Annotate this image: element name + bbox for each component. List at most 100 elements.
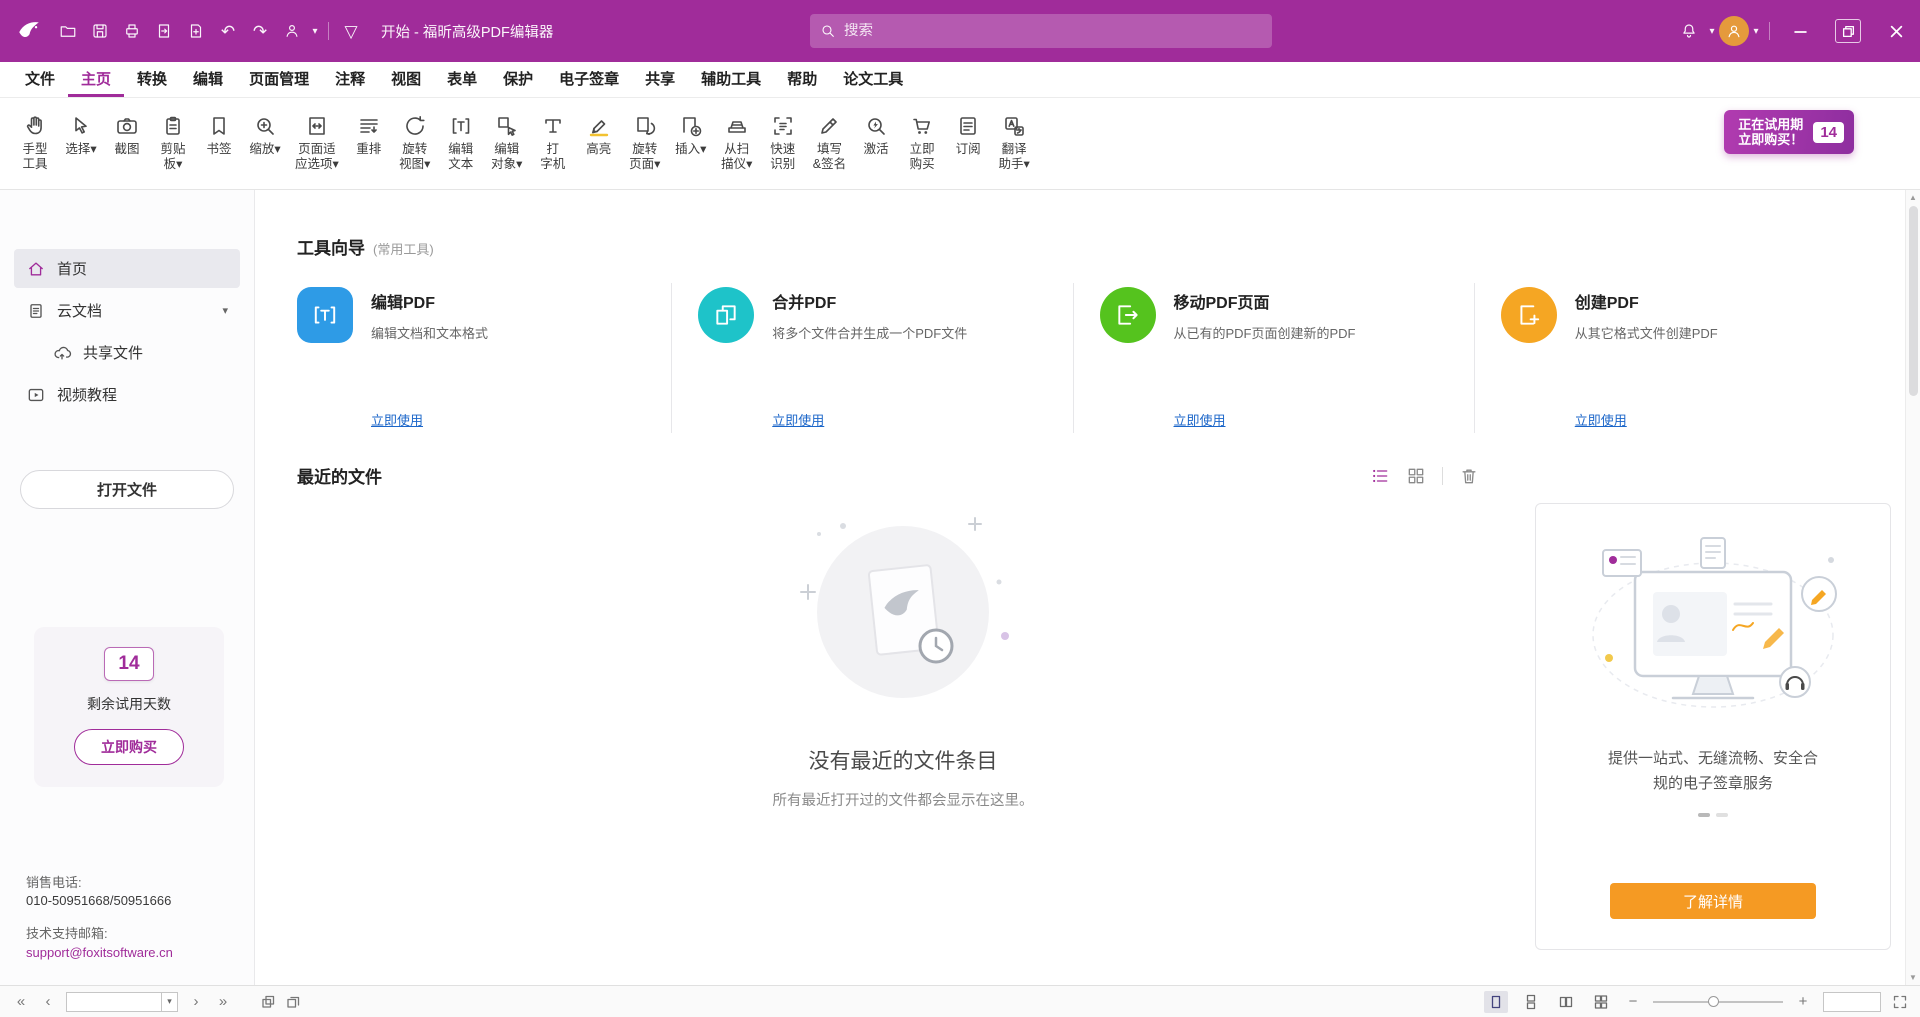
ribbon-insert[interactable]: 插入▾ xyxy=(668,106,714,161)
menu-share[interactable]: 共享 xyxy=(632,62,688,97)
ribbon-edit-object[interactable]: 编辑 对象▾ xyxy=(484,106,530,176)
open-file-button[interactable]: 打开文件 xyxy=(20,470,234,509)
zoom-out-button[interactable]: − xyxy=(1624,993,1642,1010)
ribbon-hand-tool[interactable]: 手型 工具 xyxy=(12,106,58,176)
ribbon-fill-sign[interactable]: 填写 &签名 xyxy=(806,106,853,176)
grid-view-icon[interactable] xyxy=(1406,466,1426,486)
sidebar-item-cloud-docs[interactable]: 云文档 ▾ xyxy=(14,291,240,330)
use-now-link[interactable]: 立即使用 xyxy=(1575,410,1718,429)
menu-edit[interactable]: 编辑 xyxy=(180,62,236,97)
menu-form[interactable]: 表单 xyxy=(434,62,490,97)
copy-pages-icon[interactable] xyxy=(285,994,301,1010)
ribbon-highlight[interactable]: 高亮 xyxy=(576,106,622,161)
ribbon-edit-text[interactable]: 编辑 文本 xyxy=(438,106,484,176)
menu-view[interactable]: 视图 xyxy=(378,62,434,97)
bell-caret-icon[interactable]: ▾ xyxy=(1705,15,1719,47)
chevron-down-icon[interactable]: ▾ xyxy=(222,304,228,317)
ribbon-from-scanner[interactable]: 从扫 描仪▾ xyxy=(714,106,760,176)
sidebar-item-home[interactable]: 首页 xyxy=(14,249,240,288)
save-icon[interactable] xyxy=(84,15,116,47)
carousel-dot[interactable] xyxy=(1716,813,1728,817)
print-icon[interactable] xyxy=(116,15,148,47)
ribbon-select[interactable]: 选择▾ xyxy=(58,106,104,161)
ribbon-typewriter[interactable]: 打 字机 xyxy=(530,106,576,176)
ribbon-subscribe[interactable]: 订阅 xyxy=(945,106,991,161)
zoom-value-box[interactable] xyxy=(1823,992,1881,1012)
use-now-link[interactable]: 立即使用 xyxy=(1174,410,1356,429)
single-page-view-icon[interactable] xyxy=(1484,991,1508,1013)
facing-view-icon[interactable] xyxy=(1554,991,1578,1013)
notifications-bell-icon[interactable] xyxy=(1673,15,1705,47)
menu-file[interactable]: 文件 xyxy=(12,62,68,97)
sidebar-item-shared-files[interactable]: 共享文件 xyxy=(40,333,240,372)
last-page-button[interactable]: » xyxy=(214,993,232,1010)
ribbon-buy-now[interactable]: 立即 购买 xyxy=(899,106,945,176)
trash-icon[interactable] xyxy=(1459,466,1479,486)
export-icon[interactable] xyxy=(148,15,180,47)
content-scrollbar[interactable]: ▲ ▼ xyxy=(1905,190,1920,985)
scroll-up-arrow[interactable]: ▲ xyxy=(1909,193,1917,202)
avatar-caret-icon[interactable]: ▾ xyxy=(1749,15,1763,47)
ribbon-zoom[interactable]: 缩放▾ xyxy=(242,106,288,161)
trial-buy-badge[interactable]: 正在试用期 立即购买！ 14 xyxy=(1724,110,1854,154)
redo-icon[interactable]: ↷ xyxy=(244,15,276,47)
minimize-button[interactable] xyxy=(1776,0,1824,62)
create-pdf-icon[interactable] xyxy=(180,15,212,47)
esign-user-icon[interactable] xyxy=(276,15,308,47)
menu-esign[interactable]: 电子签章 xyxy=(546,62,632,97)
first-page-button[interactable]: « xyxy=(12,993,30,1010)
quick-access-caret-icon[interactable]: ▾ xyxy=(308,15,322,47)
restore-button[interactable] xyxy=(1824,0,1872,62)
user-avatar[interactable] xyxy=(1719,16,1749,46)
scroll-down-arrow[interactable]: ▼ xyxy=(1909,973,1917,982)
sidebar-item-video-tutorials[interactable]: 视频教程 xyxy=(14,375,240,414)
continuous-view-icon[interactable] xyxy=(1519,991,1543,1013)
zoom-slider-thumb[interactable] xyxy=(1708,996,1719,1007)
close-button[interactable] xyxy=(1872,0,1920,62)
ribbon-translate-assistant[interactable]: 翻译 助手▾ xyxy=(991,106,1037,176)
search-box[interactable] xyxy=(810,14,1272,48)
menu-protect[interactable]: 保护 xyxy=(490,62,546,97)
ribbon-clipboard[interactable]: 剪贴 板▾ xyxy=(150,106,196,176)
fit-screen-icon[interactable] xyxy=(1892,994,1908,1010)
page-dropdown-caret-icon[interactable]: ▾ xyxy=(161,993,177,1011)
tool-card-move-pdf-pages[interactable]: 移动PDF页面 从已有的PDF页面创建新的PDF 立即使用 xyxy=(1073,283,1474,433)
use-now-link[interactable]: 立即使用 xyxy=(371,410,488,429)
zoom-in-button[interactable]: + xyxy=(1794,993,1812,1010)
next-page-button[interactable]: › xyxy=(187,993,205,1010)
scrollbar-thumb[interactable] xyxy=(1909,206,1918,396)
tool-card-edit-pdf[interactable]: 编辑PDF 编辑文档和文本格式 立即使用 xyxy=(297,283,671,433)
list-view-icon[interactable] xyxy=(1370,466,1390,486)
ribbon-bookmark[interactable]: 书签 xyxy=(196,106,242,161)
search-input[interactable] xyxy=(844,23,1262,39)
prev-page-button[interactable]: ‹ xyxy=(39,993,57,1010)
tool-card-merge-pdf[interactable]: 合并PDF 将多个文件合并生成一个PDF文件 立即使用 xyxy=(671,283,1072,433)
snapshot-pages-icon[interactable] xyxy=(260,994,276,1010)
ribbon-rotate-view[interactable]: 旋转 视图▾ xyxy=(392,106,438,176)
menu-comment[interactable]: 注释 xyxy=(322,62,378,97)
collapse-ribbon-icon[interactable]: ▽ xyxy=(335,15,367,47)
support-email-link[interactable]: support@foxitsoftware.cn xyxy=(26,944,173,963)
open-file-icon[interactable] xyxy=(52,15,84,47)
menu-paper-tools[interactable]: 论文工具 xyxy=(830,62,916,97)
ribbon-activate[interactable]: 激活 xyxy=(853,106,899,161)
learn-more-button[interactable]: 了解详情 xyxy=(1610,883,1816,919)
tool-card-create-pdf[interactable]: 创建PDF 从其它格式文件创建PDF 立即使用 xyxy=(1474,283,1875,433)
page-number-input[interactable] xyxy=(67,993,161,1011)
ribbon-page-fit-options[interactable]: 页面适 应选项▾ xyxy=(288,106,346,176)
zoom-slider[interactable] xyxy=(1653,1001,1783,1003)
carousel-dot[interactable] xyxy=(1698,813,1710,817)
menu-help[interactable]: 帮助 xyxy=(774,62,830,97)
menu-accessibility[interactable]: 辅助工具 xyxy=(688,62,774,97)
undo-icon[interactable]: ↶ xyxy=(212,15,244,47)
facing-continuous-view-icon[interactable] xyxy=(1589,991,1613,1013)
menu-page-management[interactable]: 页面管理 xyxy=(236,62,322,97)
ribbon-quick-ocr[interactable]: 快速 识别 xyxy=(760,106,806,176)
ribbon-rotate-pages[interactable]: 旋转 页面▾ xyxy=(622,106,668,176)
use-now-link[interactable]: 立即使用 xyxy=(772,410,967,429)
buy-now-button[interactable]: 立即购买 xyxy=(74,729,184,765)
ribbon-snapshot[interactable]: 截图 xyxy=(104,106,150,161)
menu-home[interactable]: 主页 xyxy=(68,62,124,97)
ribbon-reflow[interactable]: 重排 xyxy=(346,106,392,161)
menu-convert[interactable]: 转换 xyxy=(124,62,180,97)
